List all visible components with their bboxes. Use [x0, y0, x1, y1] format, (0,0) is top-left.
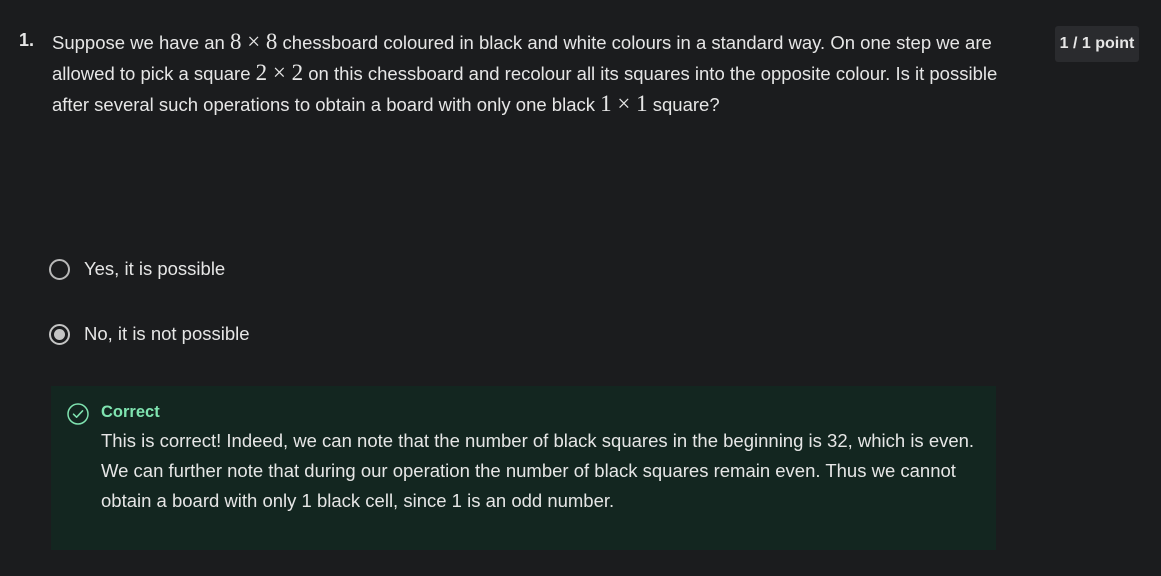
- option-yes-label: Yes, it is possible: [84, 258, 226, 279]
- check-circle-icon: [67, 403, 89, 425]
- math-1x1: 1 × 1: [600, 91, 648, 116]
- radio-unchecked-icon[interactable]: [49, 258, 70, 280]
- feedback-explanation: This is correct! Indeed, we can note tha…: [101, 430, 975, 511]
- math-2x2: 2 × 2: [255, 60, 304, 85]
- feedback-panel: Correct This is correct! Indeed, we can …: [51, 386, 996, 550]
- question-text-part-4: square?: [647, 94, 720, 115]
- question-text-part-1: Suppose we have an: [52, 32, 230, 53]
- option-no[interactable]: No, it is not possible: [49, 323, 250, 345]
- question-number: 1.: [19, 30, 35, 50]
- points-badge: 1 / 1 point: [1055, 26, 1139, 62]
- question-text: Suppose we have an 8 × 8 chessboard colo…: [52, 27, 1012, 120]
- option-no-label: No, it is not possible: [84, 323, 250, 344]
- feedback-status: Correct: [101, 403, 160, 421]
- option-yes[interactable]: Yes, it is possible: [49, 258, 225, 280]
- math-8x8: 8 × 8: [229, 29, 278, 54]
- radio-checked-icon[interactable]: [49, 323, 70, 345]
